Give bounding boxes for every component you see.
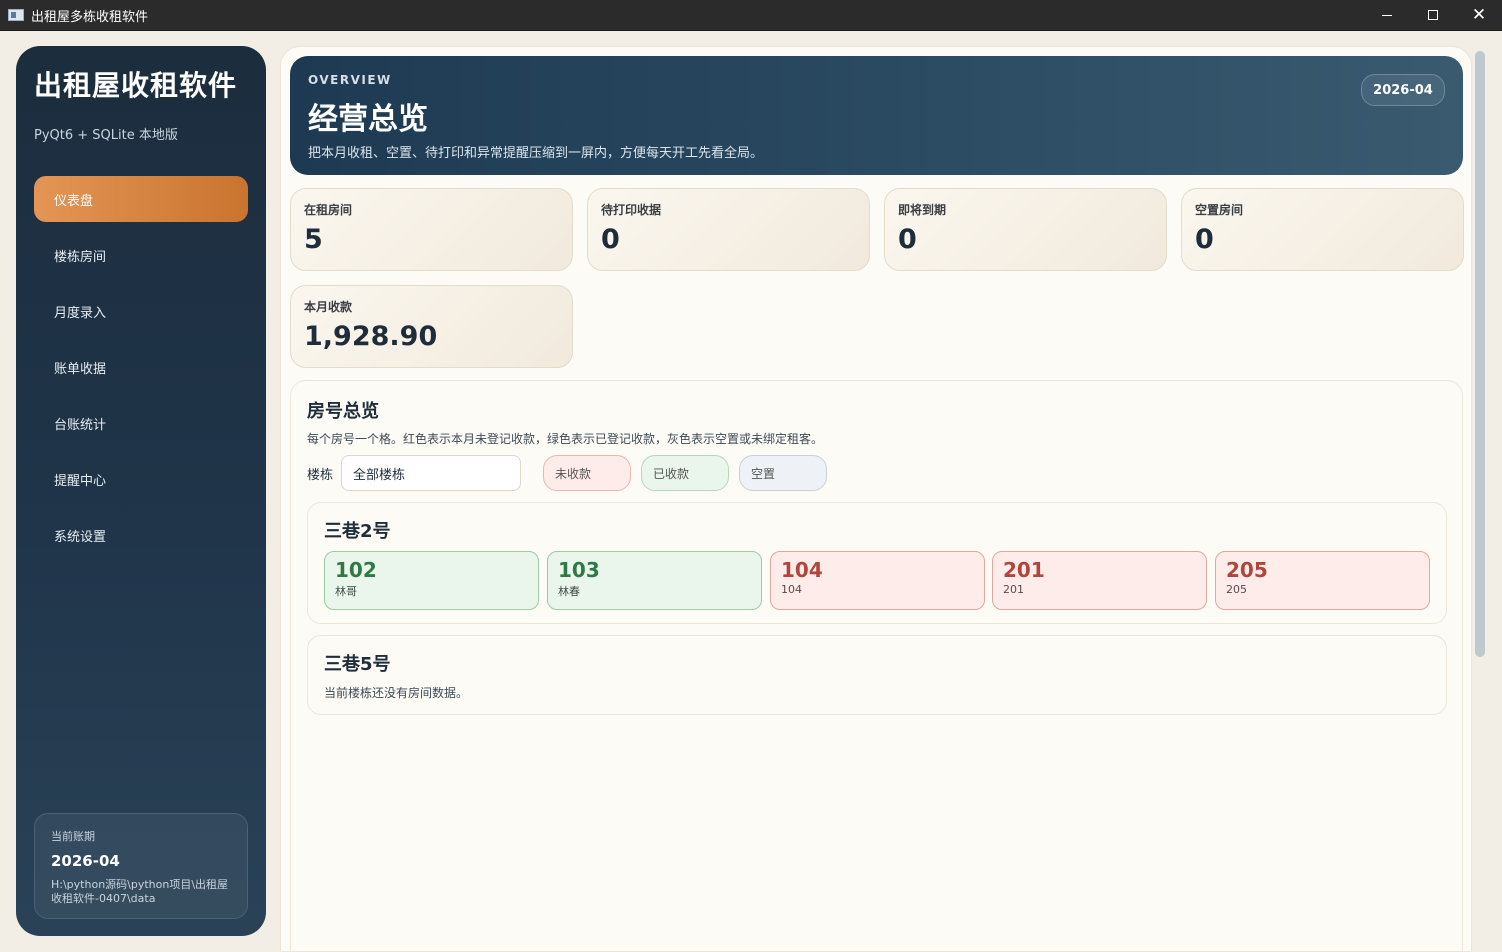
stat-card-monthly-income: 本月收款 1,928.90 — [290, 285, 573, 368]
sidebar-subtitle: PyQt6 + SQLite 本地版 — [34, 128, 178, 143]
sidebar: 出租屋收租软件 PyQt6 + SQLite 本地版 仪表盘 楼栋房间 月度录入… — [16, 46, 266, 936]
sidebar-item-label: 账单收据 — [54, 361, 107, 377]
scrollbar-thumb[interactable] — [1475, 51, 1485, 657]
stat-card-expiring: 即将到期 0 — [884, 188, 1167, 271]
current-period-box: 当前账期 2026-04 H:\python源码\python项目\出租屋收租软… — [34, 813, 248, 919]
sidebar-nav: 仪表盘 楼栋房间 月度录入 账单收据 台账统计 提醒中心 系统设置 — [34, 176, 248, 568]
stat-label: 本月收款 — [304, 300, 353, 314]
sidebar-item-bills[interactable]: 账单收据 — [34, 344, 248, 390]
client-area: 出租屋收租软件 PyQt6 + SQLite 本地版 仪表盘 楼栋房间 月度录入… — [0, 31, 1502, 952]
room-card-104[interactable]: 104 104 — [770, 551, 985, 610]
vertical-scrollbar[interactable] — [1473, 46, 1487, 952]
building-card: 三巷2号 102 林哥 103 林春 104 104 201 201 205 2… — [307, 502, 1447, 624]
building-filter-label: 楼栋 — [307, 467, 334, 483]
sidebar-item-reminders[interactable]: 提醒中心 — [34, 456, 248, 502]
stat-card-rented: 在租房间 5 — [290, 188, 573, 271]
app-icon — [8, 9, 24, 21]
room-card-103[interactable]: 103 林春 — [547, 551, 762, 610]
stat-label: 在租房间 — [304, 203, 353, 217]
room-tenant: 林春 — [558, 585, 580, 598]
rooms-title: 房号总览 — [307, 401, 379, 422]
close-icon[interactable]: ✕ — [1456, 0, 1502, 31]
period-label: 当前账期 — [51, 830, 95, 843]
building-filter-select[interactable]: 全部楼栋 — [341, 455, 522, 491]
room-tenant: 林哥 — [335, 585, 357, 598]
building-empty-message: 当前楼栋还没有房间数据。 — [324, 686, 469, 700]
room-tenant: 201 — [1003, 583, 1024, 596]
room-tenant: 205 — [1226, 583, 1247, 596]
sidebar-item-label: 楼栋房间 — [54, 249, 107, 265]
stat-label: 即将到期 — [898, 203, 947, 217]
stat-value: 1,928.90 — [304, 321, 438, 352]
sidebar-item-monthly-entry[interactable]: 月度录入 — [34, 288, 248, 334]
legend-vacant: 空置 — [739, 455, 828, 491]
room-number: 201 — [1003, 558, 1045, 582]
room-tenant: 104 — [781, 583, 802, 596]
stat-card-vacant: 空置房间 0 — [1181, 188, 1464, 271]
maximize-icon[interactable] — [1410, 0, 1456, 31]
room-card-201[interactable]: 201 201 — [992, 551, 1207, 610]
data-path: H:\python源码\python项目\出租屋收租软件-0407\data — [51, 878, 229, 905]
building-name: 三巷2号 — [324, 521, 391, 542]
sidebar-item-settings[interactable]: 系统设置 — [34, 512, 248, 558]
window-controls: ✕ — [1364, 0, 1502, 31]
room-number: 103 — [558, 558, 600, 582]
month-badge[interactable]: 2026-04 — [1361, 74, 1445, 106]
sidebar-item-label: 提醒中心 — [54, 473, 107, 489]
room-number: 104 — [781, 558, 823, 582]
sidebar-brand: 出租屋收租软件 — [34, 69, 238, 102]
room-card-102[interactable]: 102 林哥 — [324, 551, 539, 610]
rooms-overview-panel: 房号总览 每个房号一个格。红色表示本月未登记收款，绿色表示已登记收款，灰色表示空… — [290, 380, 1463, 951]
sidebar-item-label: 月度录入 — [54, 305, 107, 321]
sidebar-item-label: 台账统计 — [54, 417, 107, 433]
minimize-icon[interactable] — [1364, 0, 1410, 31]
stat-value: 5 — [304, 224, 323, 255]
stat-value: 0 — [898, 224, 917, 255]
period-value: 2026-04 — [51, 852, 120, 870]
overview-hero: OVERVIEW 经营总览 把本月收租、空置、待打印和异常提醒压缩到一屏内，方便… — [290, 56, 1463, 175]
hero-description: 把本月收租、空置、待打印和异常提醒压缩到一屏内，方便每天开工先看全局。 — [308, 146, 764, 161]
stat-value: 0 — [601, 224, 620, 255]
stat-card-pending-receipts: 待打印收据 0 — [587, 188, 870, 271]
legend-unpaid: 未收款 — [543, 455, 632, 491]
window-title: 出租屋多栋收租软件 — [31, 9, 149, 25]
sidebar-item-buildings[interactable]: 楼栋房间 — [34, 232, 248, 278]
sidebar-item-dashboard[interactable]: 仪表盘 — [34, 176, 248, 222]
rooms-filter-row: 楼栋 全部楼栋 未收款 已收款 空置 — [307, 455, 828, 491]
room-number: 205 — [1226, 558, 1268, 582]
stat-label: 待打印收据 — [601, 203, 662, 217]
stat-value: 0 — [1195, 224, 1214, 255]
sidebar-item-label: 系统设置 — [54, 529, 107, 545]
sidebar-item-label: 仪表盘 — [54, 193, 94, 209]
room-card-205[interactable]: 205 205 — [1215, 551, 1430, 610]
main-panel: OVERVIEW 经营总览 把本月收租、空置、待打印和异常提醒压缩到一屏内，方便… — [280, 46, 1472, 952]
page-title: 经营总览 — [308, 102, 428, 137]
sidebar-item-ledger[interactable]: 台账统计 — [34, 400, 248, 446]
stat-label: 空置房间 — [1195, 203, 1244, 217]
building-card: 三巷5号 当前楼栋还没有房间数据。 — [307, 635, 1447, 715]
hero-eyebrow: OVERVIEW — [308, 73, 392, 87]
window-titlebar: 出租屋多栋收租软件 ✕ — [0, 0, 1502, 31]
legend-paid: 已收款 — [641, 455, 730, 491]
rooms-description: 每个房号一个格。红色表示本月未登记收款，绿色表示已登记收款，灰色表示空置或未绑定… — [307, 432, 824, 446]
room-number: 102 — [335, 558, 377, 582]
building-name: 三巷5号 — [324, 654, 391, 675]
